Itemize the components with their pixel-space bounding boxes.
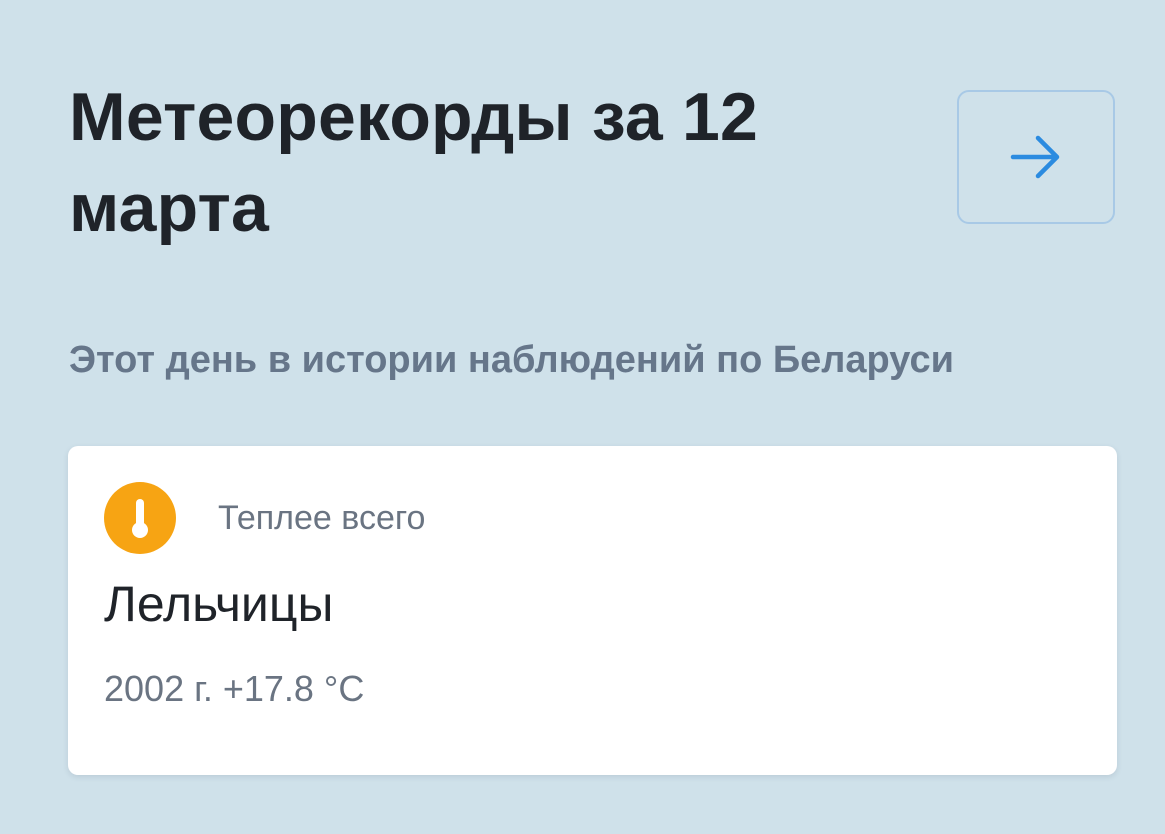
record-value: 2002 г. +17.8 °C [104, 668, 365, 709]
thermometer-icon [104, 482, 176, 554]
record-place: Лельчицы [104, 576, 334, 632]
page-subtitle: Этот день в истории наблюдений по Белару… [69, 339, 954, 381]
next-button[interactable] [957, 90, 1115, 224]
record-label: Теплее всего [218, 499, 426, 537]
page-title: Метеорекорды за 12 марта [69, 79, 759, 246]
record-card[interactable]: Теплее всего Лельчицы 2002 г. +17.8 °C [68, 446, 1117, 775]
arrow-right-icon [1009, 132, 1063, 182]
